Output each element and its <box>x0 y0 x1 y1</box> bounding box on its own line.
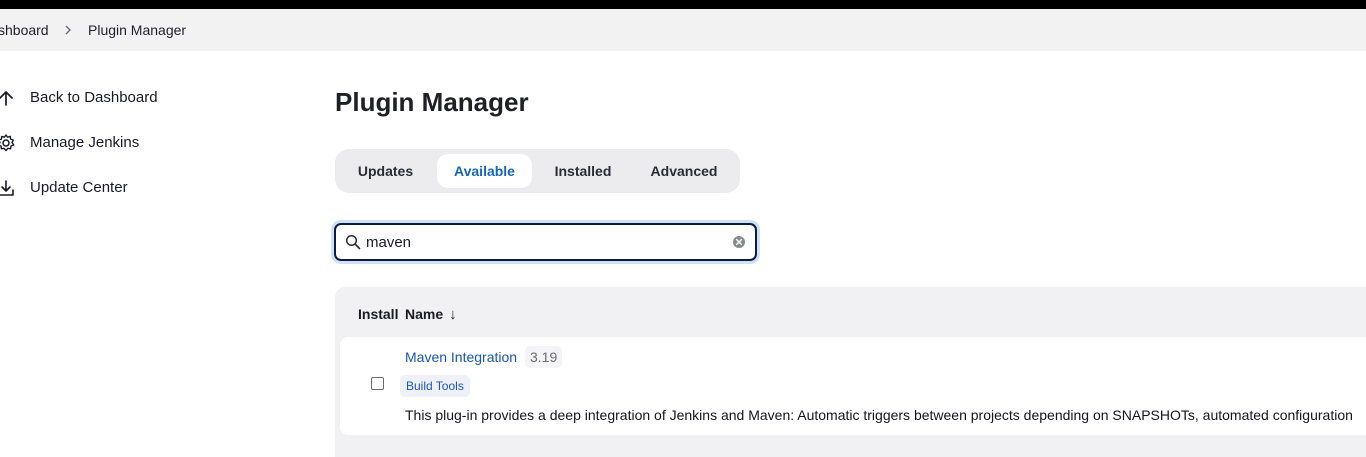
sidebar-item-label: Back to Dashboard <box>30 89 158 106</box>
breadcrumb: shboard Plugin Manager <box>0 9 1366 51</box>
breadcrumb-plugin-manager[interactable]: Plugin Manager <box>88 22 186 38</box>
gear-icon <box>0 134 15 152</box>
tab-installed[interactable]: Installed <box>538 154 628 188</box>
breadcrumb-dashboard[interactable]: shboard <box>0 22 49 38</box>
install-checkbox[interactable] <box>371 377 384 390</box>
plugin-version: 3.19 <box>525 346 563 368</box>
search-input[interactable] <box>366 231 726 253</box>
sidebar-item-label: Manage Jenkins <box>30 134 140 151</box>
column-header-install: Install <box>358 306 399 322</box>
top-bar <box>0 0 1366 9</box>
plugin-category-tag[interactable]: Build Tools <box>400 375 470 397</box>
clear-icon[interactable] <box>732 235 746 249</box>
download-icon <box>0 180 14 196</box>
column-header-name[interactable]: Name ↓ <box>405 306 457 323</box>
chevron-right-icon <box>65 25 71 35</box>
plugin-excerpt: This plug-in provides a deep integration… <box>405 407 1353 423</box>
column-header-name-label: Name <box>405 306 444 322</box>
plugin-name-link[interactable]: Maven Integration <box>405 349 517 365</box>
plugin-tabs: Updates Available Installed Advanced <box>335 149 740 193</box>
sort-desc-icon: ↓ <box>449 306 457 323</box>
tab-available[interactable]: Available <box>437 154 532 188</box>
search-icon <box>345 234 361 250</box>
sidebar-item-label: Update Center <box>30 179 128 196</box>
plugin-search <box>334 223 757 261</box>
table-row: Maven Integration 3.19 Build Tools This … <box>340 337 1366 435</box>
page-title: Plugin Manager <box>335 87 529 117</box>
tab-advanced[interactable]: Advanced <box>634 154 734 188</box>
plugins-table: Install Name ↓ Maven Integration 3.19 Bui… <box>335 287 1366 457</box>
tab-updates[interactable]: Updates <box>340 154 431 188</box>
arrow-up-icon <box>0 91 13 106</box>
